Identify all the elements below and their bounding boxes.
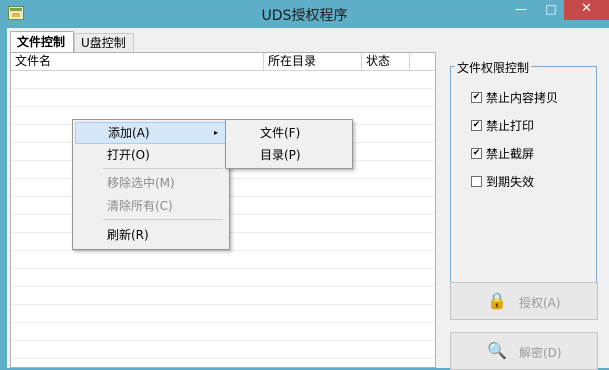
checkbox-box[interactable]: ✔ [471, 148, 482, 159]
menu-item-remove-selected[interactable]: 移除选中(M) [75, 172, 227, 194]
maximize-button[interactable]: □ [538, 0, 564, 20]
authorize-button[interactable]: 🔒 授权(A) [450, 282, 598, 320]
decrypt-button-label: 解密(D) [519, 346, 562, 360]
menu-item-add[interactable]: 添加(A) ▸ [75, 122, 227, 144]
checkbox-label: 禁止打印 [486, 119, 535, 133]
permission-group-label: 文件权限控制 [455, 59, 532, 76]
submenu-arrow-icon: ▸ [213, 128, 218, 137]
column-header-status[interactable]: 状态 [362, 53, 410, 70]
menu-item-label: 添加(A) [108, 126, 150, 140]
menu-item-clear-all[interactable]: 清除所有(C) [75, 195, 227, 217]
close-button[interactable]: ✕ [564, 0, 609, 20]
checkbox-box[interactable]: ✔ [471, 120, 482, 131]
menu-item-open[interactable]: 打开(O) [75, 144, 227, 166]
checkbox-label: 禁止截屏 [486, 147, 535, 161]
authorize-button-label: 授权(A) [519, 296, 561, 310]
key-icon: 🔍 [487, 341, 507, 360]
menu-item-refresh[interactable]: 刷新(R) [75, 224, 227, 246]
title-bar[interactable]: UDS授权程序 — □ ✕ [0, 0, 609, 28]
checkbox-box[interactable] [471, 176, 482, 187]
tab-file-control[interactable]: 文件控制 [10, 31, 74, 52]
lock-icon: 🔒 [487, 291, 507, 310]
checkbox-label: 到期失效 [486, 175, 535, 189]
minimize-button[interactable]: — [508, 0, 534, 20]
menu-separator [103, 168, 223, 169]
submenu-item-file[interactable]: 文件(F) [228, 122, 350, 144]
menu-separator [103, 219, 223, 220]
submenu-add: 文件(F) 目录(P) [225, 119, 353, 169]
column-header-filename[interactable]: 文件名 [11, 53, 264, 70]
checkbox-label: 禁止内容拷贝 [486, 91, 559, 105]
client-area: 文件控制 U盘控制 文件名 所在目录 状态 添加(A) ▸ 打开(O) 移除选中… [7, 28, 609, 370]
context-menu: 添加(A) ▸ 打开(O) 移除选中(M) 清除所有(C) 刷新(R) [72, 119, 230, 250]
list-header: 文件名 所在目录 状态 [11, 53, 435, 71]
decrypt-button[interactable]: 🔍 解密(D) [450, 332, 598, 370]
checkbox-box[interactable]: ✔ [471, 92, 482, 103]
column-header-directory[interactable]: 所在目录 [264, 53, 362, 70]
tab-usb-control[interactable]: U盘控制 [74, 33, 134, 52]
submenu-item-directory[interactable]: 目录(P) [228, 144, 350, 166]
